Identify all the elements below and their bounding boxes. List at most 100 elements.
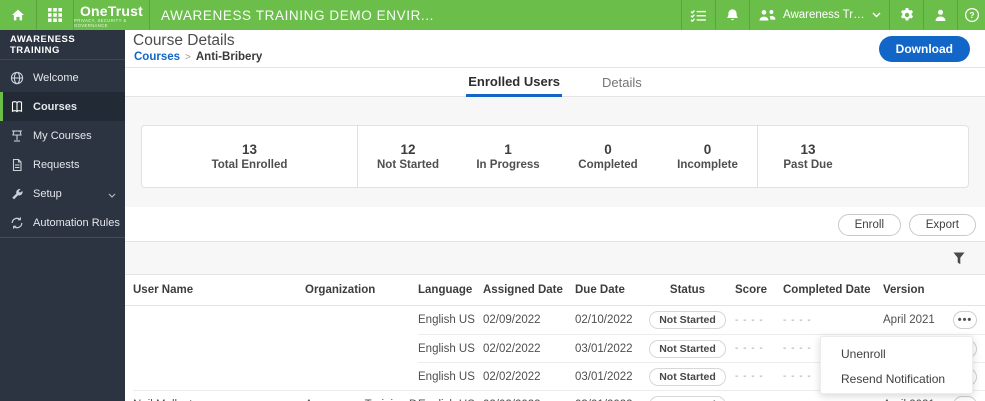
stat-completed: 0 Completed: [558, 126, 658, 187]
cell-organization: [305, 362, 418, 390]
cell-organization: Awareness Training Demo...: [305, 390, 418, 401]
table-row: English US 02/09/2022 02/10/2022 Not Sta…: [125, 306, 985, 334]
chevron-down-icon: [872, 12, 881, 18]
notifications-button[interactable]: [715, 0, 749, 30]
cell-assigned-date: 02/02/2022: [483, 390, 575, 401]
top-bar: OneTrust PRIVACY, SECURITY & GOVERNANCE …: [0, 0, 985, 30]
column-header-status: Status: [669, 284, 706, 296]
menu-item-resend-notification[interactable]: Resend Notification: [821, 366, 972, 391]
filter-funnel-icon[interactable]: [953, 252, 965, 270]
book-icon: [10, 100, 24, 114]
row-context-menu: Unenroll Resend Notification: [820, 336, 973, 394]
export-button[interactable]: Export: [908, 214, 976, 236]
onetrust-logo[interactable]: OneTrust PRIVACY, SECURITY & GOVERNANCE: [74, 0, 150, 30]
status-badge: Not Started: [649, 395, 726, 401]
cell-language: English US: [418, 390, 483, 401]
sidebar-item-my-courses[interactable]: My Courses: [0, 121, 125, 150]
download-button[interactable]: Download: [878, 36, 970, 62]
score-value: - - - -: [735, 343, 764, 354]
stats-card: 13 Total Enrolled 12 Not Started 1 In Pr…: [141, 125, 969, 188]
stat-value: 13: [241, 142, 258, 157]
breadcrumb-separator: >: [185, 51, 191, 63]
app-window: OneTrust PRIVACY, SECURITY & GOVERNANCE …: [0, 0, 985, 401]
cell-organization: [305, 306, 418, 334]
cell-status: Not Started: [640, 334, 735, 362]
stat-incomplete: 0 Incomplete: [658, 126, 758, 187]
cell-actions: •••: [945, 306, 985, 334]
menu-item-unenroll[interactable]: Unenroll: [821, 341, 972, 366]
sidebar-nav: Welcome Courses My Courses Requests Setu…: [0, 60, 125, 238]
status-badge: Not Started: [649, 339, 726, 358]
sidebar: AWARENESS TRAINING Welcome Courses My Co…: [0, 30, 125, 401]
cell-user-name: [133, 334, 305, 362]
breadcrumb: Courses > Anti-Bribery: [134, 51, 262, 63]
breadcrumb-current: Anti-Bribery: [195, 51, 263, 63]
cell-assigned-date: 02/09/2022: [483, 314, 541, 326]
column-header-language: Language: [418, 284, 473, 296]
row-actions-button[interactable]: •••: [953, 395, 977, 401]
cell-score: - - - -: [735, 306, 783, 334]
app-title: AWARENESS TRAINING DEMO ENVIR...: [161, 7, 434, 23]
sidebar-item-requests[interactable]: Requests: [0, 150, 125, 179]
column-header-version: Version: [883, 284, 925, 296]
logo-tagline: PRIVACY, SECURITY & GOVERNANCE: [74, 17, 127, 28]
cell-status: Not Started: [640, 306, 735, 334]
sidebar-item-courses[interactable]: Courses: [0, 92, 125, 121]
org-selector-label: Awareness Traini...: [783, 9, 866, 21]
sidebar-item-label: Welcome: [33, 71, 79, 84]
stat-total-enrolled: 13 Total Enrolled: [142, 126, 358, 187]
app-switcher-button[interactable]: [37, 0, 74, 30]
stat-value: 13: [800, 142, 816, 157]
cell-score: - - - -: [735, 362, 783, 390]
help-button[interactable]: ?: [957, 0, 985, 30]
cell-user-name: [133, 362, 305, 390]
score-value: - - - -: [735, 371, 764, 382]
cell-organization: [305, 334, 418, 362]
org-selector[interactable]: Awareness Traini...: [749, 0, 889, 30]
cell-assigned-date: 02/02/2022: [483, 362, 575, 390]
page-header: Course Details Courses > Anti-Bribery Do…: [125, 30, 985, 68]
settings-button[interactable]: [889, 0, 923, 30]
cell-due-date: 03/01/2022: [575, 362, 640, 390]
home-icon: [10, 7, 26, 23]
breadcrumb-courses-link[interactable]: Courses: [134, 51, 180, 63]
account-button[interactable]: [923, 0, 957, 30]
sidebar-item-welcome[interactable]: Welcome: [0, 63, 125, 92]
row-actions-button[interactable]: •••: [953, 311, 977, 329]
status-badge: Not Started: [649, 367, 726, 386]
stat-label: Past Due: [783, 159, 833, 171]
svg-text:?: ?: [969, 10, 974, 20]
cell-due-date: 02/10/2022: [575, 314, 633, 326]
checklist-icon: [690, 9, 707, 22]
tab-details[interactable]: Details: [600, 68, 644, 97]
stat-label: In Progress: [476, 159, 540, 171]
enroll-button[interactable]: Enroll: [837, 214, 901, 236]
tab-enrolled-users[interactable]: Enrolled Users: [466, 68, 562, 97]
stat-not-started: 12 Not Started: [358, 126, 458, 187]
sidebar-item-automation-rules[interactable]: Automation Rules: [0, 208, 125, 237]
stat-in-progress: 1 In Progress: [458, 126, 558, 187]
score-value: - - - -: [735, 314, 764, 326]
sidebar-item-setup[interactable]: Setup: [0, 179, 125, 208]
group-icon: [758, 9, 777, 22]
tasks-button[interactable]: [681, 0, 715, 30]
logo-text: OneTrust: [79, 2, 144, 19]
cell-language: English US: [418, 314, 475, 326]
cell-user-name: Neil Mallaste: [133, 390, 305, 401]
sidebar-item-label: Requests: [33, 158, 80, 171]
globe-icon: [10, 71, 24, 85]
person-icon: [933, 8, 948, 23]
stats-band: 13 Total Enrolled 12 Not Started 1 In Pr…: [125, 97, 985, 207]
column-header-completed-date: Completed Date: [783, 284, 871, 296]
sidebar-item-label: Courses: [33, 100, 78, 113]
status-badge: Not Started: [649, 311, 726, 329]
stat-value: 0: [703, 142, 712, 157]
column-header-user-name: User Name: [133, 284, 194, 296]
chevron-down-icon: [108, 189, 116, 201]
cell-completed-date: - - - -: [783, 306, 883, 334]
cell-score: - - - -: [735, 334, 783, 362]
gear-icon: [899, 7, 915, 23]
completed-date-value: - - - -: [783, 371, 812, 382]
stat-value: 1: [504, 142, 512, 157]
home-button[interactable]: [0, 0, 37, 30]
